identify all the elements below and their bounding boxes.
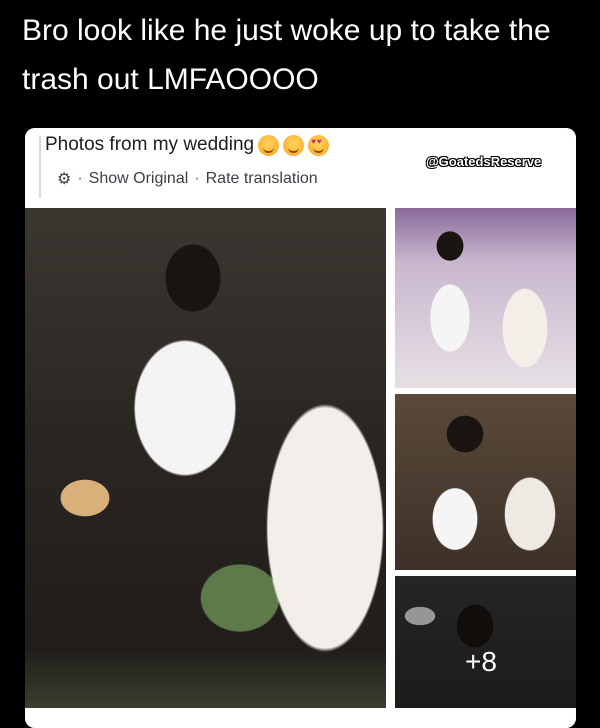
post-text: Photos from my wedding — [45, 134, 330, 156]
quote-rule — [39, 136, 41, 198]
photo-more[interactable]: +8 — [395, 576, 576, 708]
rate-translation-link[interactable]: Rate translation — [206, 170, 318, 188]
post-header: Photos from my wedding ⚙ · Show Original… — [25, 128, 576, 208]
photo-couple-with-child[interactable] — [395, 208, 576, 388]
separator-dot: · — [194, 170, 200, 187]
gear-icon[interactable]: ⚙ — [57, 169, 71, 189]
smiling-face-with-hearts-icon — [258, 134, 280, 156]
smiling-face-with-hearts-icon — [283, 134, 305, 156]
show-original-link[interactable]: Show Original — [89, 170, 189, 188]
photo-grid: +8 — [25, 208, 576, 728]
more-photos-overlay — [395, 576, 576, 708]
translation-meta-row: ⚙ · Show Original · Rate translation — [57, 169, 318, 189]
watermark: @GoatedsReserve — [426, 154, 542, 169]
separator-dot: · — [77, 170, 83, 187]
more-photos-count: +8 — [465, 646, 497, 677]
facebook-post-card: Photos from my wedding ⚙ · Show Original… — [25, 128, 576, 728]
photo-couple-embrace[interactable] — [395, 394, 576, 570]
post-text-label: Photos from my wedding — [45, 134, 255, 155]
meme-caption: Bro look like he just woke up to take th… — [22, 14, 551, 96]
heart-eyes-icon — [308, 134, 330, 156]
photo-main-couple[interactable] — [25, 208, 386, 708]
